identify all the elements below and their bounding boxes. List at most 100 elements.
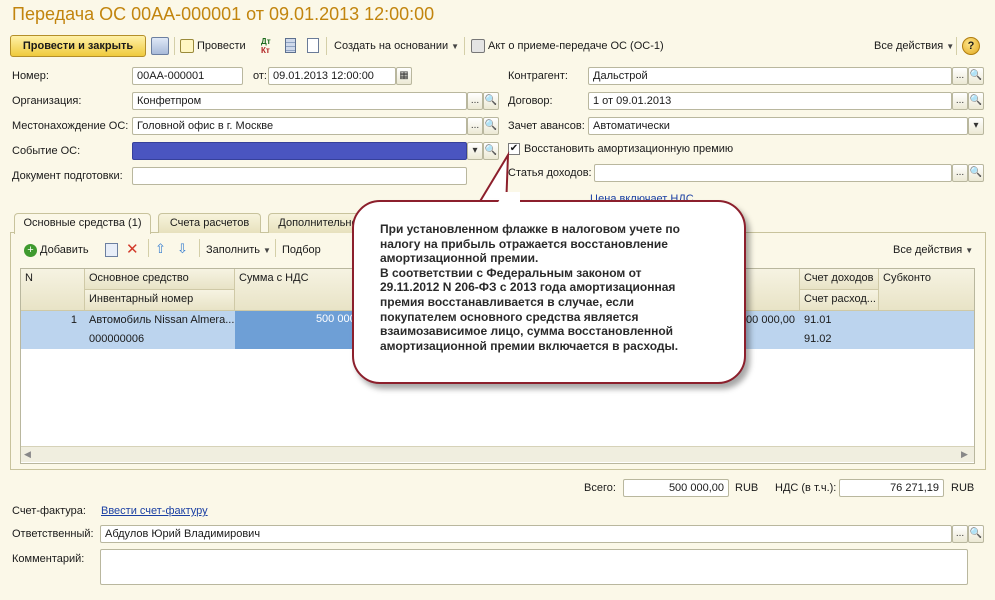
column-header-expense-account[interactable]: Счет расход... (800, 290, 879, 311)
toolbar-separator (275, 239, 276, 257)
add-row-label: Добавить (40, 244, 89, 256)
chevron-down-icon[interactable]: ▾ (968, 117, 984, 135)
event-label: Событие ОС: (12, 145, 81, 157)
callout-line: 29.11.2012 N 206-ФЗ с 2013 года амортиза… (380, 280, 676, 295)
chevron-down-icon: ▼ (263, 246, 271, 255)
cell-expense-account: 91.02 (804, 333, 832, 345)
printer-icon (471, 39, 485, 54)
callout-line: премия восстанавливается в случае, если (380, 294, 634, 309)
ellipsis-icon[interactable]: ... (952, 164, 968, 182)
horizontal-scrollbar[interactable]: ◀ ▶ (21, 446, 974, 462)
tab-fixed-assets[interactable]: Основные средства (1) (14, 213, 151, 234)
vat-field: 76 271,19 (839, 479, 944, 497)
fill-menu[interactable]: Заполнить ▼ (206, 242, 271, 258)
column-header-subconto[interactable]: Субконто (879, 269, 974, 311)
cell-inventory: 000000006 (89, 333, 145, 345)
date-field[interactable]: 09.01.2013 12:00:00 (268, 67, 396, 85)
chevron-down-icon: ▼ (451, 42, 460, 51)
document-icon[interactable] (307, 38, 319, 53)
callout-line: амортизационной премии включается в расх… (380, 338, 679, 353)
column-header-income-account[interactable]: Счет доходов (800, 269, 879, 290)
scroll-left-icon[interactable]: ◀ (24, 449, 31, 460)
all-actions-label: Все действия (874, 40, 944, 52)
search-icon[interactable]: 🔍 (968, 67, 984, 85)
move-down-icon[interactable]: ⇩ (177, 241, 188, 257)
tooltip-callout: При установленном флажке в налоговом уче… (352, 200, 746, 384)
income-item-label: Статья доходов: (508, 167, 592, 179)
restore-bonus-label: Восстановить амортизационную премию (524, 143, 734, 155)
toolbar-separator (956, 37, 957, 55)
callout-line: налогу на прибыль отражается восстановле… (380, 236, 668, 251)
all-actions-menu[interactable]: Все действия ▼ (874, 38, 954, 54)
chevron-down-icon: ▼ (946, 42, 955, 51)
comment-field[interactable] (100, 549, 968, 585)
table-all-actions-label: Все действия (893, 244, 963, 256)
move-up-icon[interactable]: ⇧ (155, 241, 166, 257)
column-header-n[interactable]: N (21, 269, 85, 311)
number-label: Номер: (12, 70, 49, 82)
ellipsis-icon[interactable]: ... (467, 117, 483, 135)
delete-row-icon[interactable]: ✕ (126, 240, 139, 258)
select-button[interactable]: Подбор (282, 242, 321, 258)
chevron-down-icon: ▼ (965, 246, 974, 255)
total-currency: RUB (735, 482, 759, 494)
add-icon: + (24, 243, 37, 257)
ellipsis-icon[interactable]: ... (467, 92, 483, 110)
ellipsis-icon[interactable]: ... (952, 67, 968, 85)
act-os1-print-button[interactable]: Акт о приеме-передаче ОС (ОС-1) (471, 38, 664, 54)
fill-label: Заполнить (206, 244, 261, 256)
table-all-actions-menu[interactable]: Все действия ▼ (893, 242, 973, 258)
search-icon[interactable]: 🔍 (483, 117, 499, 135)
post-and-close-button[interactable]: Провести и закрыть (10, 35, 146, 57)
invoice-label: Счет-фактура: (12, 505, 86, 517)
post-button[interactable]: Провести (180, 38, 246, 54)
advance-offset-label: Зачет авансов: (508, 120, 585, 132)
column-header-inventory[interactable]: Инвентарный номер (85, 290, 235, 311)
tab-settlement-accounts[interactable]: Счета расчетов (158, 213, 261, 233)
callout-pointer-mask (490, 192, 520, 216)
callout-line: покупателем основного средства является (380, 309, 639, 324)
ellipsis-icon[interactable]: ... (952, 525, 968, 543)
search-icon[interactable]: 🔍 (968, 92, 984, 110)
help-button[interactable]: ? (962, 37, 980, 55)
column-header-asset[interactable]: Основное средство (85, 269, 235, 290)
act-os1-label: Акт о приеме-передаче ОС (ОС-1) (488, 40, 664, 52)
cell-n: 1 (70, 314, 77, 326)
callout-line: амортизационной премии. (380, 251, 539, 266)
dt-kt-icon[interactable]: Дт Кт (261, 37, 275, 55)
toolbar-separator (174, 37, 175, 55)
callout-line: взаимозависимое лицо, сумма восстановлен… (380, 324, 674, 339)
create-based-on-menu[interactable]: Создать на основании ▼ (334, 38, 459, 54)
organization-field[interactable]: Конфетпром (132, 92, 467, 110)
total-field: 500 000,00 (623, 479, 729, 497)
search-icon[interactable]: 🔍 (483, 92, 499, 110)
advance-offset-field[interactable]: Автоматически (588, 117, 968, 135)
post-icon (180, 39, 194, 54)
copy-row-icon[interactable] (105, 243, 118, 257)
calendar-icon[interactable]: ▦ (396, 67, 412, 85)
search-icon[interactable]: 🔍 (968, 164, 984, 182)
scroll-right-icon[interactable]: ▶ (961, 449, 968, 460)
location-label: Местонахождение ОС: (12, 120, 129, 132)
register-icon[interactable] (285, 38, 296, 53)
location-field[interactable]: Головной офис в г. Москве (132, 117, 467, 135)
enter-invoice-link[interactable]: Ввести счет-фактуру (101, 505, 208, 517)
add-row-button[interactable]: + Добавить (24, 242, 89, 258)
contract-field[interactable]: 1 от 09.01.2013 (588, 92, 952, 110)
toolbar-separator (148, 239, 149, 257)
date-label: от: (253, 70, 267, 82)
event-field[interactable] (132, 142, 467, 160)
counterparty-field[interactable]: Дальстрой (588, 67, 952, 85)
organization-label: Организация: (12, 95, 82, 107)
ellipsis-icon[interactable]: ... (952, 92, 968, 110)
callout-line: В соответствии с Федеральным законом от (380, 265, 642, 280)
income-item-field[interactable] (594, 164, 952, 182)
responsible-field[interactable]: Абдулов Юрий Владимирович (100, 525, 952, 543)
vat-currency: RUB (951, 482, 975, 494)
search-icon[interactable]: 🔍 (968, 525, 984, 543)
post-label: Провести (197, 40, 246, 52)
number-field[interactable]: 00АА-000001 (132, 67, 243, 85)
prep-document-label: Документ подготовки: (12, 170, 123, 182)
prep-document-field[interactable] (132, 167, 467, 185)
save-icon[interactable] (151, 37, 169, 55)
